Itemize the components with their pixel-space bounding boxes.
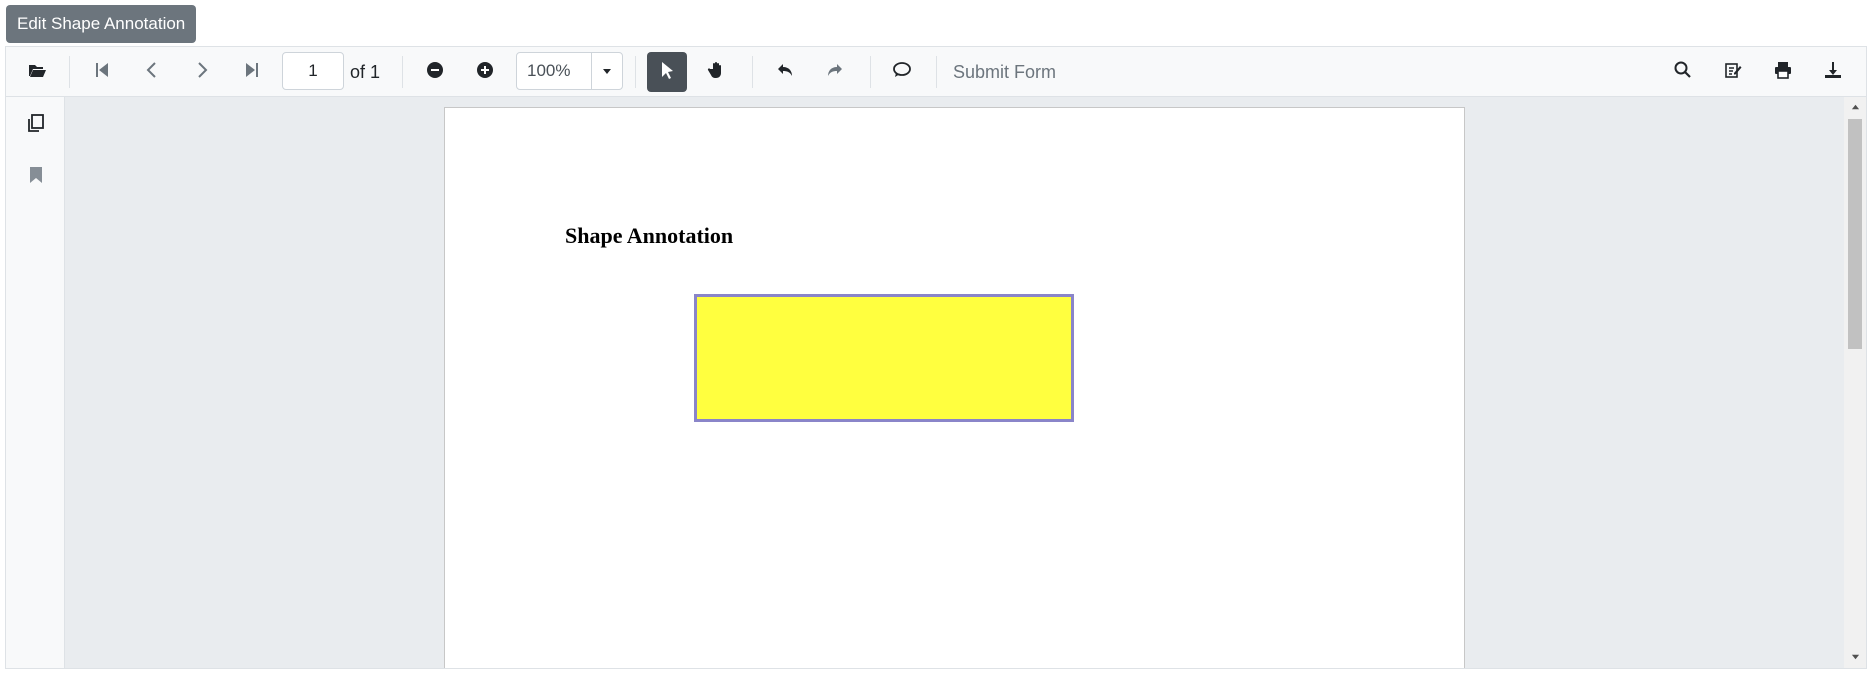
vertical-scrollbar[interactable] — [1844, 97, 1866, 668]
select-pointer-icon — [657, 60, 677, 85]
next-page-icon — [192, 60, 212, 85]
open-file-button[interactable] — [17, 52, 57, 92]
page-count-label: of 1 — [350, 62, 381, 82]
comment-panel-button[interactable] — [882, 52, 922, 92]
bookmarks-button[interactable] — [16, 157, 56, 197]
rectangle-shape-annotation[interactable] — [694, 294, 1074, 422]
open-folder-icon — [27, 60, 47, 85]
annotation-edit-icon — [1723, 60, 1743, 85]
pdf-page: Shape Annotation — [444, 107, 1465, 668]
scroll-down-arrow-icon[interactable] — [1844, 648, 1866, 664]
bookmark-icon — [26, 165, 46, 190]
zoom-dropdown-icon[interactable] — [591, 53, 622, 89]
redo-icon — [825, 60, 845, 85]
document-heading: Shape Annotation — [565, 223, 734, 248]
search-button[interactable] — [1663, 52, 1703, 92]
download-icon — [1823, 60, 1843, 85]
zoom-dropdown[interactable]: 100% — [516, 52, 623, 90]
zoom-value: 100% — [527, 61, 571, 80]
next-page-button[interactable] — [182, 52, 222, 92]
print-icon — [1773, 60, 1793, 85]
annotation-edit-button[interactable] — [1713, 52, 1753, 92]
comment-icon — [892, 60, 912, 85]
zoom-out-button[interactable] — [415, 52, 455, 92]
scrollbar-thumb[interactable] — [1848, 119, 1862, 349]
pan-tool-button[interactable] — [697, 52, 737, 92]
last-page-icon — [242, 60, 262, 85]
last-page-button[interactable] — [232, 52, 272, 92]
page-thumbnails-icon — [26, 113, 46, 138]
search-icon — [1673, 60, 1693, 85]
previous-page-button[interactable] — [132, 52, 172, 92]
scroll-up-arrow-icon[interactable] — [1844, 99, 1866, 115]
edit-shape-annotation-button[interactable]: Edit Shape Annotation — [6, 5, 197, 43]
previous-page-icon — [142, 60, 162, 85]
toolbar: of 1 100% Submit Form — [6, 47, 1866, 97]
submit-form-button[interactable]: Submit Form — [953, 47, 1056, 97]
pdf-viewer: of 1 100% Submit Form — [5, 46, 1867, 669]
undo-button[interactable] — [765, 52, 805, 92]
text-select-tool-button[interactable] — [647, 52, 687, 92]
navigation-sidebar — [6, 97, 65, 668]
print-button[interactable] — [1763, 52, 1803, 92]
pan-hand-icon — [707, 60, 727, 85]
current-page-input[interactable] — [282, 52, 344, 90]
first-page-button[interactable] — [82, 52, 122, 92]
zoom-in-icon — [475, 60, 495, 85]
zoom-out-icon — [425, 60, 445, 85]
redo-button[interactable] — [815, 52, 855, 92]
download-button[interactable] — [1813, 52, 1853, 92]
page-thumbnails-button[interactable] — [16, 105, 56, 145]
undo-icon — [775, 60, 795, 85]
zoom-in-button[interactable] — [465, 52, 505, 92]
first-page-icon — [92, 60, 112, 85]
